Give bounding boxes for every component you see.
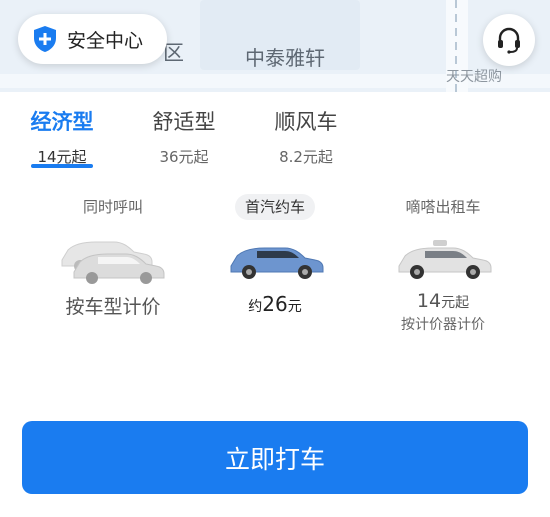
- tab-comfort[interactable]: 舒适型 36元起: [150, 106, 218, 167]
- map-label-corner: 天天超购: [446, 69, 502, 85]
- ride-option-call-all[interactable]: 同时呼叫 按车型计价: [38, 194, 188, 319]
- headset-icon: [498, 27, 520, 54]
- option-price-rule: 按计价器计价: [401, 317, 485, 333]
- option-price: 约26元: [200, 292, 350, 316]
- safety-center-button[interactable]: 安全中心: [18, 14, 167, 64]
- tab-price: 8.2元起: [279, 148, 333, 166]
- tab-label: 舒适型: [152, 110, 216, 134]
- safety-center-label: 安全中心: [67, 29, 144, 52]
- option-title: 同时呼叫: [82, 198, 143, 216]
- multi-car-icon: [61, 241, 165, 284]
- price-prefix: 约: [248, 299, 263, 315]
- call-car-button[interactable]: 立即打车: [22, 421, 528, 494]
- sedan-icon: [230, 247, 324, 279]
- ride-option-taxi[interactable]: 嘀嗒出租车 14元起 按计价器计价: [368, 194, 518, 334]
- shield-plus-icon: [34, 26, 56, 52]
- ride-option-shouqi[interactable]: 首汽约车 约26元: [200, 194, 350, 316]
- price-unit: 元: [287, 299, 302, 315]
- option-price-rule: 按车型计价: [65, 296, 161, 318]
- active-tab-indicator: [31, 164, 93, 168]
- tab-label: 顺风车: [274, 110, 338, 134]
- customer-service-button[interactable]: [483, 14, 535, 66]
- ride-options-sheet: 经济型 14元起 舒适型 36元起 顺风车 8.2元起 同时呼叫 按车型计价 首…: [0, 92, 550, 517]
- map-label-poi: 中泰雅轩: [245, 46, 325, 70]
- option-price: 14元起: [368, 290, 518, 312]
- price-unit: 元起: [441, 295, 470, 311]
- tab-price: 36元起: [159, 148, 209, 166]
- taxi-icon: [398, 240, 492, 279]
- map-view[interactable]: 区 中泰雅轩 天天超购 安全中心: [0, 0, 550, 92]
- price-value: 14: [416, 290, 442, 312]
- tab-economy[interactable]: 经济型 14元起: [28, 106, 96, 167]
- tab-carpool[interactable]: 顺风车 8.2元起: [272, 106, 340, 167]
- option-title: 首汽约车: [234, 194, 315, 220]
- option-title: 嘀嗒出租车: [405, 198, 481, 216]
- tab-label: 经济型: [30, 110, 94, 134]
- price-value: 26: [262, 292, 288, 316]
